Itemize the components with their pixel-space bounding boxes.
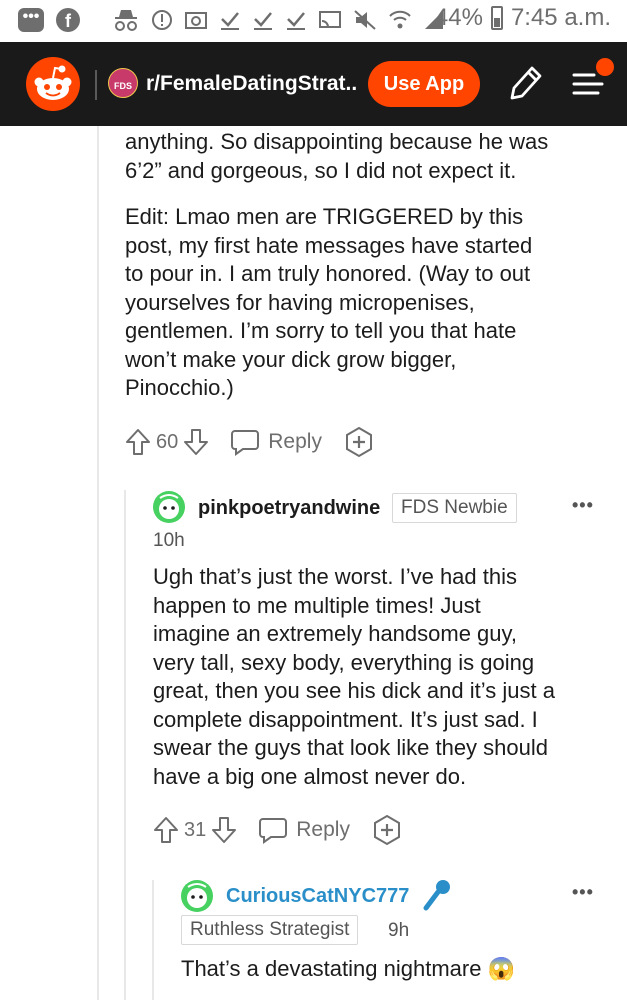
- reply-label: Reply: [268, 430, 322, 453]
- chat-bubble-icon: •••: [18, 8, 44, 32]
- user-avatar[interactable]: [180, 879, 214, 913]
- upvote-icon[interactable]: [152, 815, 180, 845]
- battery-icon: [490, 6, 503, 30]
- reply-bubble-icon: [259, 818, 288, 844]
- scream-emoji-icon: 😱: [487, 956, 515, 981]
- reply-label: Reply: [296, 818, 350, 841]
- cast-icon: [319, 11, 341, 28]
- camera-icon: [185, 12, 207, 29]
- check-download-icon: [254, 12, 272, 30]
- comment-actions: 31 Reply: [152, 812, 402, 848]
- downvote-icon[interactable]: [182, 427, 210, 457]
- header-divider: [95, 70, 97, 100]
- notification-dot: [596, 58, 614, 76]
- award-icon[interactable]: [344, 426, 374, 458]
- comment-actions: 60 Reply: [124, 424, 374, 460]
- user-avatar[interactable]: [152, 490, 186, 524]
- timestamp: 10h: [153, 530, 185, 551]
- user-flair: Ruthless Strategist: [181, 915, 359, 945]
- status-notification-icons: [112, 7, 445, 33]
- reply-button[interactable]: Reply: [230, 428, 322, 456]
- thread-line[interactable]: [97, 126, 99, 1000]
- clock: 7:45 a.m.: [510, 4, 611, 31]
- use-app-button[interactable]: Use App: [368, 61, 480, 107]
- comment-body: That’s a devastating nightmare 😱: [181, 956, 515, 981]
- status-bar: ••• f 44% 7:45 a.m.: [0, 0, 627, 42]
- thread-line[interactable]: [152, 880, 154, 1000]
- award-icon[interactable]: [372, 814, 402, 846]
- more-options-icon[interactable]: •••: [572, 495, 594, 516]
- username[interactable]: CuriousCatNYC777: [226, 885, 409, 908]
- status-left-icons: ••• f: [18, 8, 80, 32]
- timestamp: 9h: [388, 920, 410, 941]
- reddit-logo-icon[interactable]: [26, 57, 80, 111]
- pencil-icon[interactable]: [504, 62, 544, 106]
- subreddit-name[interactable]: r/FemaleDatingStrat...: [146, 72, 356, 96]
- thread-line[interactable]: [124, 490, 126, 1000]
- subreddit-icon[interactable]: FDS: [108, 68, 138, 98]
- check-download-icon: [221, 12, 239, 30]
- vote-count: 31: [184, 818, 207, 841]
- check-download-icon: [287, 12, 305, 30]
- more-options-icon[interactable]: •••: [572, 882, 594, 903]
- mute-icon: [354, 10, 376, 30]
- reply-button[interactable]: Reply: [258, 816, 350, 844]
- comment-body: Ugh that’s just the worst. I’ve had this…: [153, 564, 555, 789]
- battery-percent: 44%: [434, 4, 483, 31]
- facebook-icon: f: [56, 8, 80, 32]
- alert-circle-icon: [152, 10, 172, 30]
- user-flair: FDS Newbie: [392, 493, 517, 523]
- status-right: 44% 7:45 a.m.: [435, 4, 611, 32]
- downvote-icon[interactable]: [210, 815, 238, 845]
- app-header: FDS r/FemaleDatingStrat... Use App: [0, 42, 627, 126]
- incognito-icon: [115, 10, 137, 31]
- vote-count: 60: [156, 430, 179, 453]
- wifi-icon: [389, 10, 411, 29]
- reply-bubble-icon: [231, 430, 260, 456]
- microphone-icon: [423, 880, 450, 911]
- comment-body: anything. So disappointing because he wa…: [125, 129, 549, 400]
- username[interactable]: pinkpoetryandwine: [198, 497, 380, 520]
- upvote-icon[interactable]: [124, 427, 152, 457]
